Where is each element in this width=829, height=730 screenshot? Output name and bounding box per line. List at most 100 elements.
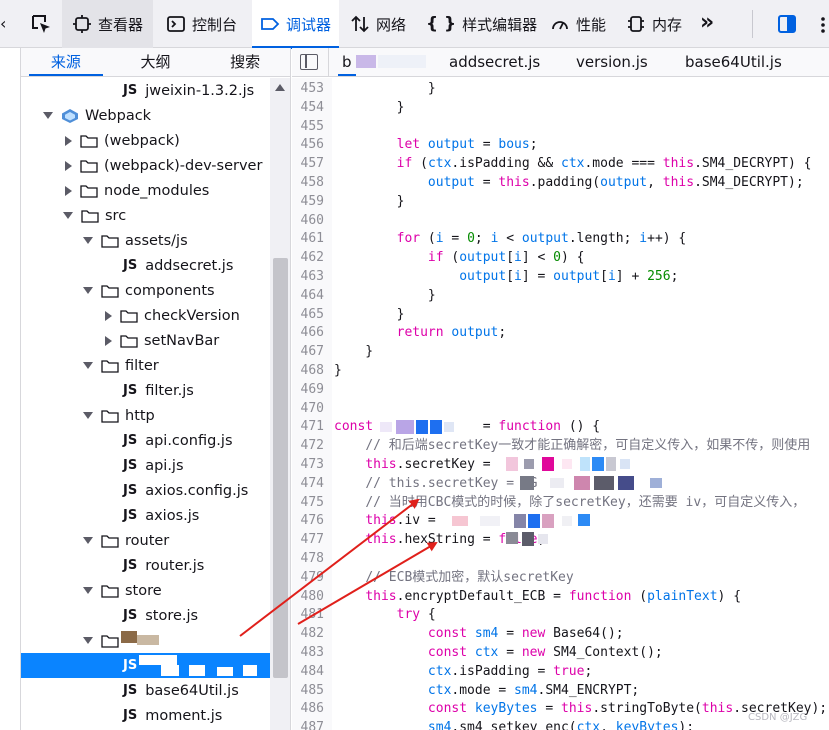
code-editor[interactable]: 453 } 454 } 455 456 let output = bous; 457 i… xyxy=(292,78,829,730)
line-number[interactable]: 458 xyxy=(292,174,324,193)
expanded-arrow-icon[interactable] xyxy=(83,637,93,644)
line-number[interactable]: 478 xyxy=(292,550,324,569)
tree-file-item[interactable]: JS moment.js xyxy=(21,703,270,728)
editor-tab-addsecret[interactable]: addsecret.js xyxy=(449,48,540,76)
tree-file-item[interactable]: JS base64Util.js xyxy=(21,678,270,703)
line-number[interactable]: 475 xyxy=(292,494,324,513)
expanded-arrow-icon[interactable] xyxy=(83,237,93,244)
line-number[interactable]: 455 xyxy=(292,118,324,137)
dock-side-icon[interactable] xyxy=(776,13,798,35)
line-number[interactable]: 463 xyxy=(292,268,324,287)
line-number[interactable]: 471 xyxy=(292,418,324,437)
line-number[interactable]: 457 xyxy=(292,155,324,174)
tree-folder-item[interactable]: store xyxy=(21,578,270,603)
expanded-arrow-icon[interactable] xyxy=(83,287,93,294)
expanded-arrow-icon[interactable] xyxy=(43,112,53,119)
editor-tab-redacted[interactable]: b xyxy=(338,48,426,76)
expanded-arrow-icon[interactable] xyxy=(63,212,73,219)
tree-file-item[interactable]: JS filter.js xyxy=(21,378,270,403)
expanded-arrow-icon[interactable] xyxy=(83,537,93,544)
tree-folder-item[interactable] xyxy=(21,628,270,653)
line-number[interactable]: 469 xyxy=(292,381,324,400)
tree-folder-item[interactable]: filter xyxy=(21,353,270,378)
tree-folder-item[interactable]: node_modules xyxy=(21,178,270,203)
tree-folder-item[interactable]: (webpack)-dev-server xyxy=(21,153,270,178)
tree-file-item[interactable]: JS api.config.js xyxy=(21,428,270,453)
expanded-arrow-icon[interactable] xyxy=(83,587,93,594)
line-number[interactable]: 482 xyxy=(292,625,324,644)
tab-memory[interactable]: 内存 xyxy=(622,0,686,48)
tree-folder-item[interactable]: assets/js xyxy=(21,228,270,253)
chevron-left-icon[interactable]: ‹ xyxy=(0,14,12,34)
line-number[interactable]: 483 xyxy=(292,644,324,663)
tab-console[interactable]: 控制台 xyxy=(160,0,243,48)
tab-inspector[interactable]: 查看器 xyxy=(62,0,154,48)
expanded-arrow-icon[interactable] xyxy=(83,362,93,369)
editor-tab-version[interactable]: version.js xyxy=(576,48,648,76)
tree-folder-item[interactable]: Webpack xyxy=(21,103,270,128)
line-number[interactable]: 454 xyxy=(292,99,324,118)
tab-network[interactable]: 网络 xyxy=(346,0,410,48)
line-number[interactable]: 476 xyxy=(292,512,324,531)
expanded-arrow-icon[interactable] xyxy=(83,412,93,419)
line-number[interactable]: 479 xyxy=(292,569,324,588)
line-number[interactable]: 487 xyxy=(292,719,324,730)
toggle-sidebar-icon[interactable] xyxy=(300,54,318,70)
collapsed-arrow-icon[interactable] xyxy=(65,185,72,196)
editor-tab-base64util[interactable]: base64Util.js xyxy=(685,48,782,76)
tree-file-item[interactable]: JS router.js xyxy=(21,553,270,578)
line-number[interactable]: 480 xyxy=(292,588,324,607)
tree-folder-item[interactable]: components xyxy=(21,278,270,303)
collapsed-arrow-icon[interactable] xyxy=(65,135,72,146)
line-number[interactable]: 468 xyxy=(292,362,324,381)
tree-file-item[interactable]: JS axios.config.js xyxy=(21,478,270,503)
line-number[interactable]: 466 xyxy=(292,324,324,343)
tab-debugger[interactable]: 调试器 xyxy=(252,0,340,49)
more-tools-chevron-icon[interactable]: » xyxy=(700,12,714,34)
line-number[interactable]: 453 xyxy=(292,80,324,99)
line-number[interactable]: 464 xyxy=(292,287,324,306)
source-tree-scrollbar[interactable] xyxy=(270,78,290,730)
tab-search[interactable]: 搜索 xyxy=(200,48,290,76)
line-number[interactable]: 465 xyxy=(292,306,324,325)
line-number[interactable]: 467 xyxy=(292,343,324,362)
collapsed-arrow-icon[interactable] xyxy=(105,335,112,346)
tree-file-item[interactable]: JS axios.js xyxy=(21,503,270,528)
line-number[interactable]: 459 xyxy=(292,193,324,212)
line-number[interactable]: 474 xyxy=(292,475,324,494)
code-line: 485 ctx.mode = sm4.SM4_ENCRYPT; xyxy=(292,682,829,701)
collapsed-arrow-icon[interactable] xyxy=(105,310,112,321)
line-number[interactable]: 477 xyxy=(292,531,324,550)
tree-folder-item[interactable]: checkVersion xyxy=(21,303,270,328)
line-number[interactable]: 481 xyxy=(292,606,324,625)
scroll-up-arrow-icon[interactable] xyxy=(275,84,285,91)
tree-folder-item[interactable]: router xyxy=(21,528,270,553)
collapsed-arrow-icon[interactable] xyxy=(65,160,72,171)
line-number[interactable]: 460 xyxy=(292,212,324,231)
tree-folder-item[interactable]: src xyxy=(21,203,270,228)
options-menu-icon[interactable] xyxy=(816,14,829,36)
line-number[interactable]: 472 xyxy=(292,437,324,456)
tree-file-item[interactable]: JS api.js xyxy=(21,453,270,478)
tree-file-item[interactable]: JS addsecret.js xyxy=(21,253,270,278)
line-number[interactable]: 485 xyxy=(292,682,324,701)
tree-file-item[interactable]: JS store.js xyxy=(21,603,270,628)
line-number[interactable]: 461 xyxy=(292,230,324,249)
tree-folder-item[interactable]: setNavBar xyxy=(21,328,270,353)
tree-file-item[interactable]: JS jweixin-1.3.2.js xyxy=(21,78,270,103)
line-number[interactable]: 484 xyxy=(292,663,324,682)
line-number[interactable]: 473 xyxy=(292,456,324,475)
tree-file-item[interactable]: JS xyxy=(21,653,270,678)
tree-folder-item[interactable]: (webpack) xyxy=(21,128,270,153)
line-number[interactable]: 456 xyxy=(292,136,324,155)
tab-performance[interactable]: 性能 xyxy=(546,0,610,48)
line-number[interactable]: 470 xyxy=(292,400,324,419)
tab-sources[interactable]: 来源 xyxy=(21,48,111,76)
tab-outline[interactable]: 大纲 xyxy=(111,48,201,76)
scrollbar-thumb[interactable] xyxy=(273,258,288,678)
line-number[interactable]: 486 xyxy=(292,700,324,719)
line-number[interactable]: 462 xyxy=(292,249,324,268)
tree-folder-item[interactable]: http xyxy=(21,403,270,428)
element-picker-icon[interactable] xyxy=(30,13,52,35)
tab-style-editor[interactable]: { } 样式编辑器 xyxy=(422,0,541,48)
